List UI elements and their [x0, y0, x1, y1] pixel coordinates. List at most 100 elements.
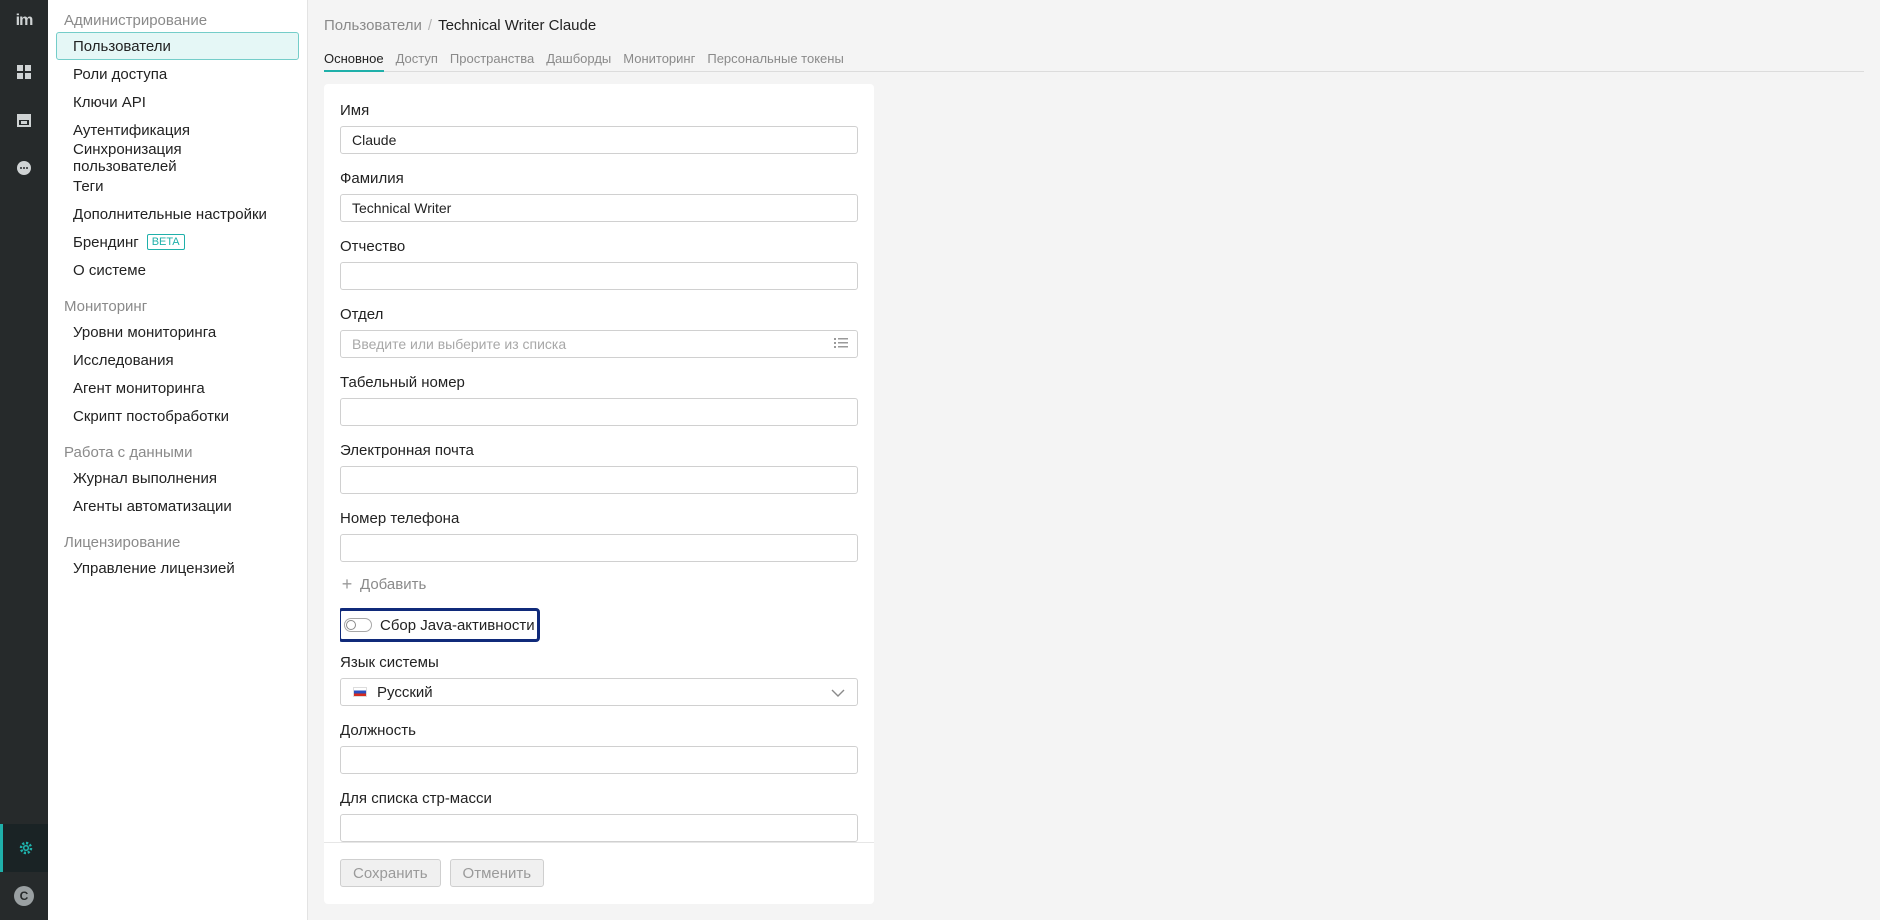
first-name-label: Имя [340, 102, 370, 119]
sidebar-item-license-management[interactable]: Управление лицензией [56, 554, 299, 582]
tab-access[interactable]: Доступ [396, 48, 438, 72]
employee-number-field: Табельный номер [340, 372, 858, 440]
sidebar-item-research[interactable]: Исследования [56, 346, 299, 374]
sidebar-item-about[interactable]: О системе [56, 256, 299, 284]
last-name-field: Фамилия [340, 168, 858, 236]
language-label: Язык системы [340, 654, 439, 671]
chat-icon[interactable] [0, 148, 48, 188]
sidebar-item-execution-log[interactable]: Журнал выполнения [56, 464, 299, 492]
employee-number-input[interactable] [340, 398, 858, 426]
sidebar-item-label: Ключи API [73, 93, 146, 111]
breadcrumb-users-link[interactable]: Пользователи [324, 17, 422, 34]
section-title-admin: Администрирование [64, 12, 208, 29]
app-logo[interactable]: im [0, 12, 48, 30]
sidebar-item-tags[interactable]: Теги [56, 172, 299, 200]
store-icon[interactable] [0, 100, 48, 140]
department-label: Отдел [340, 306, 384, 323]
sidebar-item-label: Дополнительные настройки [73, 205, 267, 223]
sidebar-item-label: Скрипт постобработки [73, 407, 229, 425]
sidebar-item-automation-agents[interactable]: Агенты автоматизации [56, 492, 299, 520]
breadcrumb-separator: / [427, 17, 433, 34]
breadcrumb: Пользователи / Technical Writer Claude [324, 17, 596, 34]
settings-gear-icon[interactable] [0, 824, 48, 872]
save-button[interactable]: Сохранить [340, 859, 441, 887]
position-input[interactable] [340, 746, 858, 774]
first-name-field: Имя [340, 100, 858, 168]
list-icon[interactable] [834, 336, 848, 354]
sidebar-item-user-sync[interactable]: Синхронизация пользователей [56, 141, 299, 175]
sidebar-item-label: Управление лицензией [73, 559, 235, 577]
sidebar-item-label: Брендинг [73, 233, 139, 251]
position-field: Должность [340, 720, 858, 788]
email-input[interactable] [340, 466, 858, 494]
plus-icon: + [341, 573, 353, 594]
sidebar-item-label: Агент мониторинга [73, 379, 205, 397]
mass-list-field: Для списка стр-масси [340, 788, 858, 842]
toggle-switch[interactable] [344, 618, 372, 632]
first-name-input[interactable] [340, 126, 858, 154]
add-field-button[interactable]: + Добавить [340, 572, 858, 596]
sidebar-item-label: Пользователи [73, 37, 171, 55]
sidebar-item-label: Роли доступа [73, 65, 168, 83]
main-content: Пользователи / Technical Writer Claude О… [324, 0, 1864, 920]
sidebar-item-label: Синхронизация пользователей [73, 141, 182, 175]
mass-list-input[interactable] [340, 814, 858, 842]
cancel-button[interactable]: Отменить [449, 859, 545, 887]
language-select[interactable]: Русский [340, 678, 858, 706]
sidebar-item-monitoring-levels[interactable]: Уровни мониторинга [56, 318, 299, 346]
beta-badge: BETA [146, 234, 185, 250]
admin-sidebar: Администрирование Пользователи Роли дост… [48, 0, 308, 920]
sidebar-item-label: Теги [73, 177, 104, 195]
user-form: Имя Фамилия Отчество Отдел [340, 84, 858, 842]
sidebar-item-monitoring-agent[interactable]: Агент мониторинга [56, 374, 299, 402]
middle-name-input[interactable] [340, 262, 858, 290]
sidebar-item-api-keys[interactable]: Ключи API [56, 88, 299, 116]
phone-input[interactable] [340, 534, 858, 562]
app-rail: im C [0, 0, 48, 920]
toggle-knob [346, 620, 356, 630]
tab-personal-tokens[interactable]: Персональные токены [707, 48, 843, 72]
tab-spaces[interactable]: Пространства [450, 48, 534, 72]
email-label: Электронная почта [340, 442, 474, 459]
sidebar-item-authentication[interactable]: Аутентификация [56, 116, 299, 144]
department-input[interactable] [340, 330, 858, 358]
email-field: Электронная почта [340, 440, 858, 508]
mass-list-label: Для списка стр-масси [340, 790, 492, 807]
section-title-licensing: Лицензирование [64, 534, 181, 551]
sidebar-item-advanced-settings[interactable]: Дополнительные настройки [56, 200, 299, 228]
sidebar-item-label: Аутентификация [73, 121, 190, 139]
sidebar-item-users[interactable]: Пользователи [56, 32, 299, 60]
section-title-monitoring: Мониторинг [64, 298, 148, 315]
employee-number-label: Табельный номер [340, 374, 465, 391]
middle-name-field: Отчество [340, 236, 858, 304]
language-field: Язык системы Русский [340, 652, 858, 720]
form-footer: Сохранить Отменить [324, 842, 874, 904]
java-activity-label: Сбор Java-активности [380, 616, 535, 634]
user-avatar[interactable]: C [0, 876, 48, 916]
sidebar-item-label: Исследования [73, 351, 174, 369]
phone-field: Номер телефона [340, 508, 858, 576]
sidebar-item-access-roles[interactable]: Роли доступа [56, 60, 299, 88]
department-field: Отдел [340, 304, 858, 372]
sidebar-item-label: Агенты автоматизации [73, 497, 232, 515]
tab-general[interactable]: Основное [324, 48, 384, 72]
last-name-label: Фамилия [340, 170, 404, 187]
tab-dashboards[interactable]: Дашборды [546, 48, 611, 72]
java-activity-toggle[interactable]: Сбор Java-активности [340, 608, 540, 642]
phone-label: Номер телефона [340, 510, 460, 527]
breadcrumb-current: Technical Writer Claude [438, 17, 597, 34]
add-field-label: Добавить [360, 575, 427, 593]
sidebar-item-label: Журнал выполнения [73, 469, 217, 487]
sidebar-item-branding[interactable]: Брендинг BETA [56, 228, 299, 256]
russian-flag-icon [353, 687, 367, 697]
sidebar-item-label: О системе [73, 261, 146, 279]
sidebar-item-postprocessing-script[interactable]: Скрипт постобработки [56, 402, 299, 430]
position-label: Должность [340, 722, 416, 739]
chevron-down-icon [831, 686, 845, 703]
section-title-data: Работа с данными [64, 444, 193, 461]
dashboard-icon[interactable] [0, 52, 48, 92]
last-name-input[interactable] [340, 194, 858, 222]
tab-monitoring[interactable]: Мониторинг [623, 48, 695, 72]
middle-name-label: Отчество [340, 238, 406, 255]
user-form-card: Имя Фамилия Отчество Отдел [324, 84, 874, 904]
